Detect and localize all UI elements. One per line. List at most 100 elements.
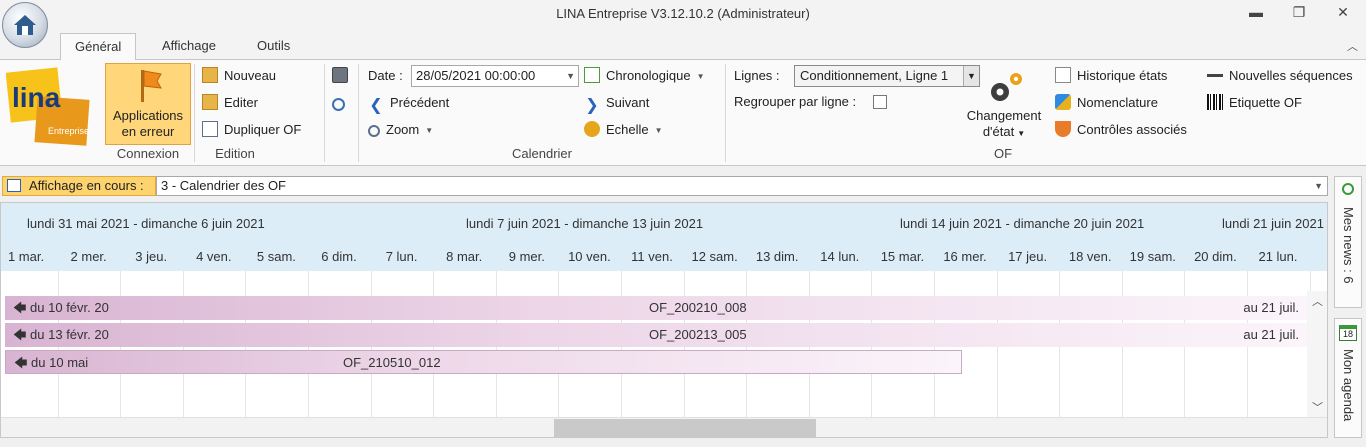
- order-bar[interactable]: 🡄 du 10 févr. 20 OF_200210_008 au 21 jui…: [5, 296, 1307, 320]
- separator: [358, 64, 359, 162]
- date-picker[interactable]: 28/05/2021 00:00:00 ▼: [411, 65, 579, 87]
- news-icon: [1342, 183, 1354, 195]
- view-value: 3 - Calendrier des OF: [161, 178, 286, 193]
- zoom-dropdown[interactable]: Zoom ▼: [368, 119, 433, 141]
- day-label: 10 ven.: [568, 249, 611, 264]
- precedent-button[interactable]: ❮ Précédent: [368, 92, 449, 114]
- nomenclature-button[interactable]: Nomenclature: [1055, 92, 1158, 114]
- editer-label: Editer: [224, 95, 258, 110]
- grid-line: [245, 271, 246, 291]
- regrouper-checkbox[interactable]: [873, 95, 887, 109]
- mes-news-tab[interactable]: Mes news : 6: [1334, 176, 1362, 308]
- day-label: 20 dim.: [1194, 249, 1237, 264]
- order-start: 🡄 du 10 févr. 20: [13, 300, 109, 315]
- applications-en-erreur-button[interactable]: Applications en erreur: [105, 63, 191, 145]
- nouvelles-label: Nouvelles séquences: [1229, 68, 1353, 83]
- logo-text: lina: [12, 82, 61, 113]
- etiquette-of-button[interactable]: Etiquette OF: [1207, 92, 1302, 114]
- day-label: 9 mer.: [508, 249, 545, 264]
- echelle-label: Echelle: [606, 122, 649, 137]
- tab-general[interactable]: Général: [60, 33, 137, 61]
- cubes-icon: [1055, 94, 1071, 110]
- vertical-scrollbar[interactable]: ︿ ﹀: [1307, 291, 1327, 417]
- day-label: 1 mar.: [7, 249, 45, 264]
- suivant-button[interactable]: ❯ Suivant: [584, 92, 649, 114]
- print-preview-button[interactable]: [332, 93, 352, 115]
- order-name: OF_200213_005: [649, 327, 747, 342]
- mon-agenda-tab[interactable]: 18 Mon agenda: [1334, 318, 1362, 438]
- lignes-select[interactable]: Conditionnement, Ligne 1 ▼: [794, 65, 980, 87]
- view-label: Affichage en cours :: [29, 178, 144, 193]
- order-end: au 21 juil.: [1243, 327, 1299, 342]
- day-label: 21 lun.: [1258, 249, 1298, 264]
- day-label: 14 lun.: [820, 249, 860, 264]
- grid-line: [58, 271, 59, 291]
- week-label: lundi 14 juin 2021 - dimanche 20 juin 20…: [900, 216, 1145, 231]
- history-icon: [1055, 67, 1071, 83]
- grid-line: [308, 271, 309, 291]
- gears-icon: [991, 73, 1022, 101]
- minimize-button[interactable]: ▬: [1243, 4, 1269, 24]
- grid-line: [371, 271, 372, 291]
- mes-news-label: Mes news : 6: [1341, 207, 1356, 284]
- day-label: 7 lun.: [385, 249, 418, 264]
- scale-icon: [584, 121, 600, 137]
- print-button[interactable]: [332, 65, 352, 87]
- grid-line: [621, 271, 622, 291]
- chronologique-dropdown[interactable]: Chronologique ▼: [584, 65, 705, 87]
- nouveau-button[interactable]: Nouveau: [202, 65, 276, 87]
- grid-line: [1247, 271, 1248, 291]
- arrow-right-icon: ❯: [585, 97, 599, 114]
- view-bar: Affichage en cours : 3 - Calendrier des …: [0, 172, 1330, 200]
- day-label: 12 sam.: [691, 249, 738, 264]
- day-label: 8 mar.: [446, 249, 483, 264]
- week-label: lundi 31 mai 2021 - dimanche 6 juin 2021: [27, 216, 265, 231]
- grid-line: [433, 271, 434, 291]
- horizontal-scrollbar[interactable]: [1, 417, 1327, 437]
- nouveau-label: Nouveau: [224, 68, 277, 83]
- day-label: 4 ven.: [196, 249, 232, 264]
- day-header: 1 mar. 2 mer. 3 jeu. 4 ven. 5 sam. 6 dim. 7 lu…: [1, 243, 1327, 271]
- order-name: OF_210510_012: [343, 355, 441, 370]
- tab-outils[interactable]: Outils: [243, 33, 304, 61]
- printer-icon: [332, 67, 348, 83]
- arrow-left-icon: 🡄: [13, 327, 31, 342]
- lignes-value: Conditionnement, Ligne 1: [800, 68, 949, 83]
- historique-etats-button[interactable]: Historique états: [1055, 65, 1167, 87]
- order-bar[interactable]: 🡄 du 13 févr. 20 OF_200213_005 au 21 jui…: [5, 323, 1307, 347]
- changement-label-2: d'état: [982, 124, 1015, 139]
- view-label-box: Affichage en cours :: [2, 176, 156, 196]
- ribbon: lina Entreprise Applications en erreur Co…: [0, 60, 1366, 166]
- collapse-ribbon-icon[interactable]: ︿: [1347, 38, 1358, 54]
- separator: [324, 64, 325, 162]
- chronologique-label: Chronologique: [606, 68, 691, 83]
- dupliquer-label: Dupliquer OF: [224, 122, 302, 137]
- arrow-left-icon: 🡄: [13, 300, 31, 315]
- zoom-icon: [368, 125, 380, 137]
- chevron-down-icon: ▼: [566, 71, 575, 81]
- home-icon: [14, 15, 36, 35]
- close-button[interactable]: ✕: [1330, 4, 1356, 24]
- day-label: 6 dim.: [321, 249, 357, 264]
- chevron-up-icon[interactable]: ︿: [1312, 293, 1323, 309]
- edit-folder-icon: [202, 94, 218, 110]
- copy-icon: [202, 121, 218, 137]
- order-bar[interactable]: 🡄 du 10 mai OF_210510_012: [5, 350, 962, 374]
- editer-button[interactable]: Editer: [202, 92, 258, 114]
- dupliquer-of-button[interactable]: Dupliquer OF: [202, 119, 301, 141]
- tab-affichage[interactable]: Affichage: [148, 33, 230, 61]
- horizontal-scroll-thumb[interactable]: [554, 419, 816, 437]
- restore-button[interactable]: ❐: [1286, 4, 1312, 24]
- orders-area: 🡄 du 10 févr. 20 OF_200210_008 au 21 jui…: [1, 291, 1311, 417]
- chevron-down-icon[interactable]: ﹀: [1312, 399, 1323, 415]
- controles-associes-button[interactable]: Contrôles associés: [1055, 119, 1187, 141]
- app-menu-button[interactable]: [2, 2, 48, 48]
- week-label: lundi 7 juin 2021 - dimanche 13 juin 202…: [466, 216, 704, 231]
- magnifier-icon: [332, 98, 345, 111]
- day-label: 11 ven.: [631, 249, 673, 264]
- view-select[interactable]: 3 - Calendrier des OF ▼: [156, 176, 1328, 196]
- flag-icon: [141, 70, 162, 102]
- barcode-icon: [1207, 94, 1223, 110]
- nouvelles-sequences-button[interactable]: Nouvelles séquences: [1207, 65, 1353, 87]
- echelle-dropdown[interactable]: Echelle ▼: [584, 119, 663, 141]
